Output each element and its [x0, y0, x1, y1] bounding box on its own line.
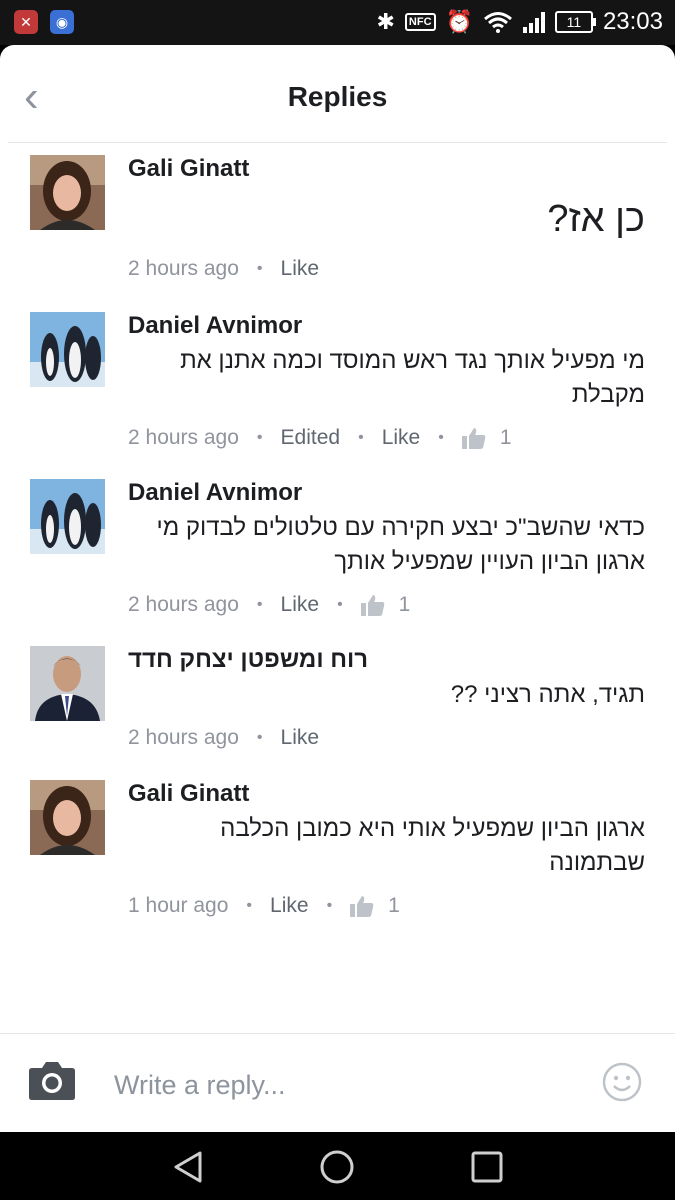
header: ‹ Replies	[8, 45, 667, 143]
comment-time: 2 hours ago	[128, 593, 239, 616]
comment-author[interactable]: רוח ומשפטן יצחק חדד	[128, 646, 645, 674]
edited-label: Edited	[280, 426, 341, 449]
wifi-icon	[483, 12, 512, 33]
comment-meta: 2 hours ago • Edited • Like • 1	[128, 426, 512, 450]
comment-meta: 2 hours ago • Like	[128, 726, 320, 750]
comment-author[interactable]: Gali Ginatt	[128, 780, 645, 808]
system-nav-bar	[0, 1132, 675, 1200]
replies-panel: ‹ Replies Gali Ginatt כן אז? 2 hours ago…	[0, 45, 675, 1132]
battery-icon: 11	[554, 11, 596, 33]
comment-text: מי מפעיל אותך נגד ראש המוסד וכמה אתנן את…	[180, 347, 645, 408]
comment-time: 2 hours ago	[128, 257, 239, 280]
thumbs-up-icon	[461, 428, 486, 449]
comment-time: 1 hour ago	[128, 894, 229, 917]
thumbs-up-icon	[350, 896, 374, 917]
page-title: Replies	[287, 81, 388, 112]
emoji-icon[interactable]	[602, 1062, 642, 1102]
reply-composer	[0, 1033, 675, 1132]
reply-input[interactable]	[112, 1064, 576, 1106]
alarm-icon: ⏰	[445, 9, 473, 34]
avatar[interactable]	[30, 479, 105, 554]
like-count: 1	[499, 426, 512, 449]
avatar[interactable]	[30, 155, 105, 230]
bluetooth-icon: ✱	[376, 9, 395, 34]
avatar[interactable]	[30, 646, 105, 721]
like-button[interactable]: Like	[281, 593, 320, 617]
recents-nav-icon[interactable]	[469, 1149, 505, 1185]
comment-meta: 1 hour ago • Like • 1	[128, 894, 400, 918]
comment-time: 2 hours ago	[128, 726, 239, 749]
camera-icon[interactable]	[28, 1060, 76, 1100]
comment-meta: 2 hours ago • Like	[128, 257, 320, 281]
like-button[interactable]: Like	[281, 257, 320, 281]
comment-time: 2 hours ago	[128, 426, 239, 449]
comment-text: ארגון הביון שמפעיל אותי היא כמובן הכלבה …	[220, 815, 645, 876]
comment-author[interactable]: Daniel Avnimor	[128, 312, 645, 340]
status-time: 23:03	[602, 8, 663, 35]
like-button[interactable]: Like	[270, 894, 309, 918]
comment-text: כן אז?	[547, 198, 645, 240]
avatar[interactable]	[30, 780, 105, 855]
thumbs-up-icon	[360, 595, 385, 616]
like-button[interactable]: Like	[281, 726, 320, 750]
status-bar: ✕ ◉ ✱ NFC ⏰ 11 23:03	[0, 0, 675, 45]
comment-text: כדאי שהשב"כ יבצע חקירה עם טלטולים לבדוק …	[156, 514, 645, 575]
comment-author[interactable]: Daniel Avnimor	[128, 479, 645, 507]
app-icon: ✕	[14, 10, 38, 34]
wifi-app-icon: ◉	[50, 10, 74, 34]
comment-author[interactable]: Gali Ginatt	[128, 155, 645, 183]
comment-meta: 2 hours ago • Like • 1	[128, 593, 411, 617]
back-nav-icon[interactable]	[170, 1149, 206, 1185]
like-count: 1	[388, 894, 400, 917]
like-button[interactable]: Like	[382, 426, 421, 450]
like-count: 1	[398, 593, 411, 616]
avatar[interactable]	[30, 312, 105, 387]
signal-icon	[522, 11, 545, 33]
home-nav-icon[interactable]	[319, 1149, 355, 1185]
comment-text: תגיד, אתה רציני ??	[450, 681, 645, 708]
nfc-icon: NFC	[404, 13, 436, 31]
